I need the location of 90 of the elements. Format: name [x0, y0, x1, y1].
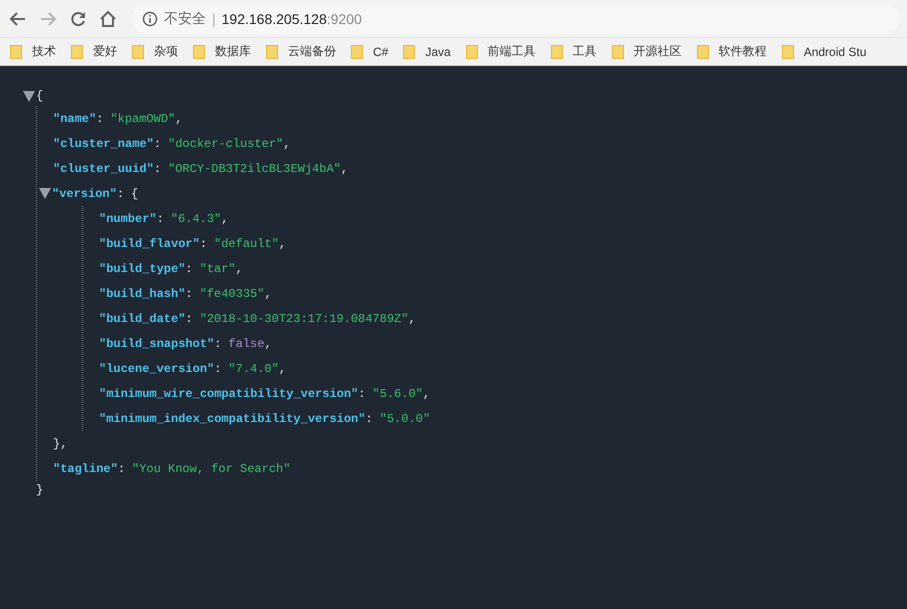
- folder-icon: [132, 44, 144, 58]
- string-value: "ORCY-DB3T2ilcBL3EWj4bA": [168, 162, 341, 176]
- folder-icon: [351, 44, 363, 58]
- colon: :: [214, 336, 222, 350]
- address-bar[interactable]: 不安全 | 192.168.205.128:9200: [132, 4, 899, 34]
- json-key: "lucene_version": [99, 362, 214, 376]
- collapse-triangle-icon[interactable]: [22, 90, 34, 102]
- folder-icon: [10, 44, 22, 58]
- bookmark-link[interactable]: C#: [351, 44, 388, 58]
- colon: :: [185, 312, 193, 326]
- folder-icon: [193, 44, 205, 58]
- json-key: "number": [99, 212, 157, 226]
- comma: ,: [236, 262, 243, 276]
- brace: }: [36, 483, 44, 497]
- bookmark-link[interactable]: Android Stu: [782, 44, 866, 58]
- string-value: "fe40335": [200, 286, 264, 300]
- bookmark-link[interactable]: Java: [403, 44, 451, 58]
- folder-icon: [266, 44, 278, 58]
- string-value: "You Know, for Search": [132, 462, 290, 476]
- colon: :: [96, 112, 104, 126]
- folder-icon: [71, 44, 83, 58]
- string-value: "7.4.0": [228, 362, 279, 376]
- brace: }: [53, 436, 60, 450]
- comma: ,: [221, 212, 228, 226]
- string-value: "5.0.0": [380, 412, 430, 426]
- comma: ,: [264, 336, 272, 350]
- comma: ,: [422, 386, 430, 400]
- bookmark-link[interactable]: 技术: [10, 43, 56, 60]
- folder-icon: [403, 44, 416, 58]
- string-value: "docker-cluster": [168, 136, 284, 150]
- comma: ,: [278, 362, 286, 376]
- colon: :: [154, 136, 162, 150]
- comma: ,: [60, 436, 68, 450]
- bookmark-link[interactable]: 爱好: [71, 43, 117, 60]
- colon: :: [118, 462, 126, 476]
- string-value: "tar": [200, 262, 236, 276]
- colon: :: [154, 162, 162, 176]
- colon: :: [358, 386, 366, 400]
- json-key: "minimum_index_compatibility_version": [99, 412, 366, 426]
- json-key: "build_hash": [99, 286, 186, 300]
- string-value: "6.4.3": [170, 212, 222, 226]
- url-port: :9200: [326, 10, 362, 26]
- json-key: "cluster_name": [53, 136, 154, 150]
- bookmark-link[interactable]: 云端备份: [266, 43, 336, 60]
- json-key: "cluster_uuid": [53, 162, 154, 176]
- comma: ,: [175, 112, 182, 126]
- folder-icon: [550, 44, 563, 58]
- bookmark-link[interactable]: 杂项: [132, 43, 178, 60]
- comma: ,: [408, 312, 416, 326]
- string-value: "5.6.0": [372, 386, 423, 400]
- comma: ,: [283, 136, 290, 150]
- colon: :: [365, 412, 373, 426]
- bookmark-link[interactable]: 数据库: [193, 43, 251, 60]
- colon: :: [156, 212, 164, 226]
- folder-icon: [782, 44, 794, 58]
- brace: {: [36, 89, 44, 103]
- bookmark-link[interactable]: 前端工具: [466, 43, 536, 60]
- json-key: "build_type": [99, 262, 186, 276]
- url-host: 192.168.205.128: [222, 10, 327, 26]
- folder-icon: [466, 44, 478, 58]
- security-label: 不安全: [164, 10, 206, 28]
- home-icon[interactable]: [98, 8, 118, 28]
- colon: :: [116, 186, 124, 200]
- separator: |: [212, 10, 216, 26]
- colon: :: [185, 262, 193, 276]
- folder-icon: [612, 44, 624, 58]
- boolean-value: false: [228, 336, 264, 350]
- comma: ,: [264, 286, 272, 300]
- json-key: "minimum_wire_compatibility_version": [99, 386, 358, 400]
- json-key: "name": [53, 112, 96, 126]
- info-icon[interactable]: [142, 10, 158, 26]
- string-value: "kpamOWD": [110, 112, 176, 126]
- bookmark-link[interactable]: 工具: [550, 43, 597, 60]
- colon: :: [185, 286, 193, 300]
- bookmark-link[interactable]: 软件教程: [696, 43, 767, 60]
- colon: :: [200, 236, 208, 250]
- colon: :: [214, 362, 222, 376]
- json-key: "tagline": [53, 462, 118, 476]
- bookmark-link[interactable]: 开源社区: [612, 43, 682, 60]
- comma: ,: [340, 162, 348, 176]
- json-key: "build_date": [99, 312, 186, 326]
- brace: {: [131, 186, 138, 200]
- comma: ,: [278, 236, 286, 250]
- string-value: "default": [214, 236, 279, 250]
- string-value: "2018-10-30T23:17:19.084789Z": [200, 312, 408, 326]
- json-key: "version": [52, 186, 117, 200]
- json-key: "build_snapshot": [99, 336, 214, 350]
- collapse-triangle-icon[interactable]: [38, 188, 50, 199]
- folder-icon: [696, 44, 709, 58]
- json-key: "build_flavor": [99, 236, 200, 250]
